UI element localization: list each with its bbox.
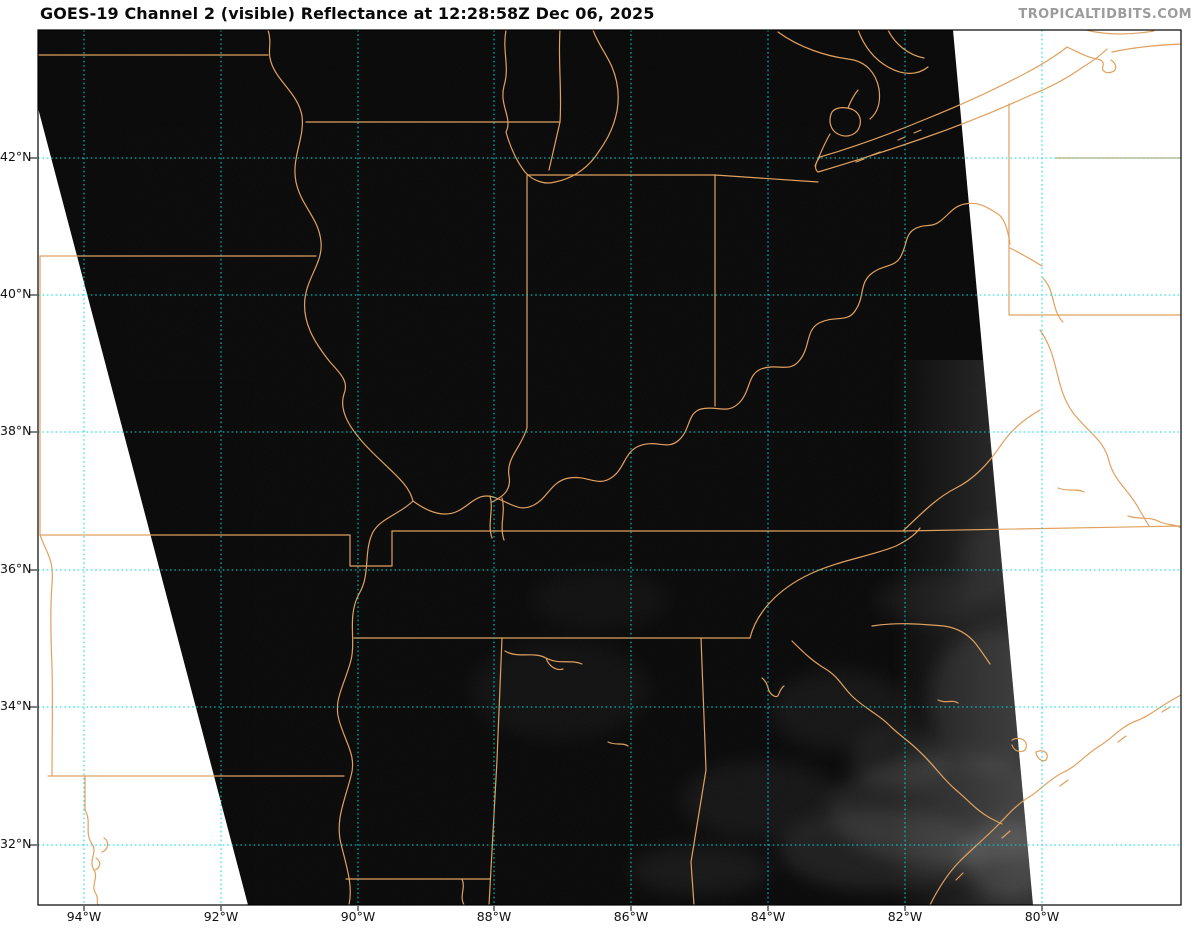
lat-tick-label: 40°N [0,286,27,302]
niagara-river [1067,44,1181,73]
lon-tick-label: 86°W [601,909,661,925]
border-tx-la-sabine [85,776,98,905]
lon-tick-label: 90°W [328,909,388,925]
lat-tick-label: 34°N [0,698,27,714]
border-wv-upper [1010,248,1063,322]
satellite-map-canvas [0,0,1200,929]
lat-tick-label: 32°N [0,836,27,852]
lon-tick-label: 94°W [54,909,114,925]
lat-tick-label: 36°N [0,561,27,577]
lon-tick-label: 84°W [738,909,798,925]
lon-tick-label: 82°W [875,909,935,925]
satellite-image-page: GOES-19 Channel 2 (visible) Reflectance … [0,0,1200,929]
lon-tick-label: 92°W [191,909,251,925]
toledo-bend [95,838,108,870]
lon-tick-label: 80°W [1012,909,1072,925]
border-wv-va [1040,330,1149,526]
lon-tick-label: 88°W [464,909,524,925]
va-rivers [1058,488,1181,528]
border-ar-west [40,535,52,776]
lat-tick-label: 38°N [0,423,27,439]
lat-tick-label: 42°N [0,149,27,165]
